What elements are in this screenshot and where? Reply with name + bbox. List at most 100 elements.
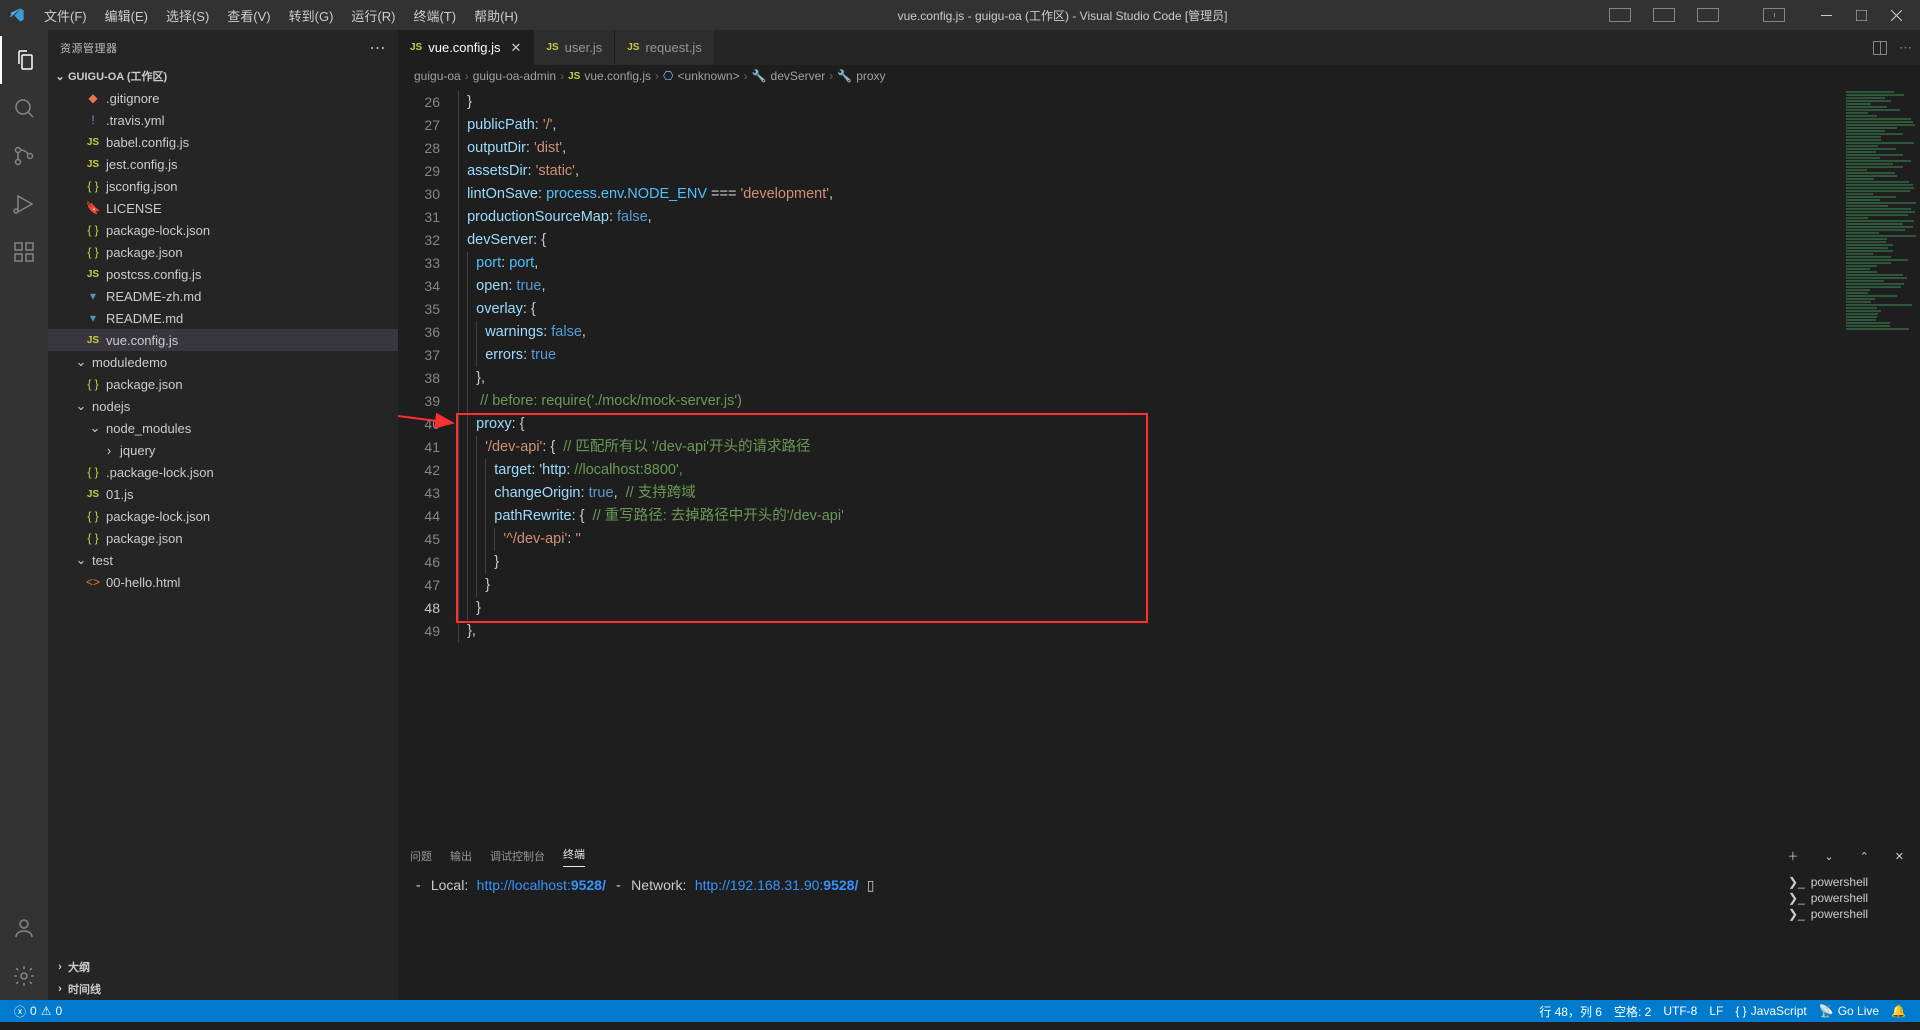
minimize-button[interactable] <box>1811 6 1842 25</box>
explorer-icon[interactable] <box>0 36 48 84</box>
run-debug-icon[interactable] <box>0 180 48 228</box>
split-editor-icon[interactable] <box>1873 41 1887 55</box>
file-item[interactable]: { }package.json <box>48 241 398 263</box>
file-type-icon: { } <box>84 179 102 193</box>
folder-item[interactable]: ⌄node_modules <box>48 417 398 439</box>
file-item[interactable]: <>00-hello.html <box>48 571 398 593</box>
panel-tab-output[interactable]: 输出 <box>450 848 472 864</box>
toggle-secondary-sidebar-icon[interactable] <box>1687 4 1729 26</box>
status-notifications[interactable]: 🔔 <box>1885 1004 1912 1018</box>
panel-tab-problems[interactable]: 问题 <box>410 848 432 864</box>
menu-edit[interactable]: 编辑(E) <box>97 2 156 29</box>
settings-gear-icon[interactable] <box>0 952 48 1000</box>
file-type-icon: JS <box>84 269 102 280</box>
terminal-item[interactable]: ❯_powershell <box>1788 891 1912 905</box>
status-spaces[interactable]: 空格: 2 <box>1608 1003 1657 1020</box>
timeline-section[interactable]: ›时间线 <box>48 978 398 1000</box>
file-item[interactable]: { }package.json <box>48 527 398 549</box>
workspace-header[interactable]: ⌄GUIGU-OA (工作区) <box>48 65 398 87</box>
menu-terminal[interactable]: 终端(T) <box>405 2 464 29</box>
file-tree[interactable]: ◆.gitignore!.travis.yml JS babel.config.js… <box>48 87 398 956</box>
menu-help[interactable]: 帮助(H) <box>466 2 526 29</box>
maximize-button[interactable] <box>1846 6 1877 25</box>
source-control-icon[interactable] <box>0 132 48 180</box>
outline-section[interactable]: ›大纲 <box>48 956 398 978</box>
extensions-icon[interactable] <box>0 228 48 276</box>
file-item[interactable]: { }jsconfig.json <box>48 175 398 197</box>
close-button[interactable] <box>1881 6 1912 25</box>
file-item[interactable]: JS 01.js <box>48 483 398 505</box>
file-label: .gitignore <box>106 91 159 106</box>
file-label: package.json <box>106 245 183 260</box>
file-type-icon: JS <box>84 137 102 148</box>
file-item[interactable]: JSvue.config.js <box>48 329 398 351</box>
status-errors[interactable]: ⓧ0⚠0 <box>8 1003 68 1020</box>
file-item[interactable]: JS babel.config.js <box>48 131 398 153</box>
editor-tab[interactable]: JSuser.js <box>534 30 615 65</box>
file-type-icon: JS <box>84 489 102 500</box>
js-file-icon: JS <box>546 42 558 53</box>
file-item[interactable]: !.travis.yml <box>48 109 398 131</box>
editor-tabs: JSvue.config.js✕JSuser.jsJSrequest.js ⋯ <box>398 30 1920 65</box>
status-language[interactable]: { }JavaScript <box>1729 1004 1812 1018</box>
status-golive[interactable]: 📡Go Live <box>1813 1004 1885 1018</box>
menu-view[interactable]: 查看(V) <box>219 2 278 29</box>
file-item[interactable]: 🔖LICENSE <box>48 197 398 219</box>
file-label: .package-lock.json <box>106 465 214 480</box>
folder-item[interactable]: ⌄moduledemo <box>48 351 398 373</box>
editor-group: JSvue.config.js✕JSuser.jsJSrequest.js ⋯ … <box>398 30 1920 1000</box>
file-item[interactable]: JSjest.config.js <box>48 153 398 175</box>
file-item[interactable]: JSpostcss.config.js <box>48 263 398 285</box>
code-editor[interactable]: 2627282930313233343536373839404142434445… <box>398 87 1920 840</box>
menu-file[interactable]: 文件(F) <box>36 2 95 29</box>
folder-item[interactable]: ›jquery <box>48 439 398 461</box>
explorer-title: 资源管理器 <box>60 40 118 56</box>
customize-layout-icon[interactable] <box>1753 4 1795 26</box>
file-label: 01.js <box>106 487 133 502</box>
explorer-more-icon[interactable]: ⋯ <box>370 38 387 58</box>
menu-bar: 文件(F) 编辑(E) 选择(S) 查看(V) 转到(G) 运行(R) 终端(T… <box>36 2 526 29</box>
close-tab-icon[interactable]: ✕ <box>511 40 522 56</box>
folder-item[interactable]: ⌄nodejs <box>48 395 398 417</box>
accounts-icon[interactable] <box>0 904 48 952</box>
panel-tab-debug[interactable]: 调试控制台 <box>490 848 545 864</box>
file-item[interactable]: ▾README.md <box>48 307 398 329</box>
folder-item[interactable]: ⌄test <box>48 549 398 571</box>
file-item[interactable]: { }package-lock.json <box>48 505 398 527</box>
status-line-col[interactable]: 行 48，列 6 <box>1533 1003 1608 1020</box>
activity-bar <box>0 30 48 1000</box>
menu-select[interactable]: 选择(S) <box>158 2 217 29</box>
editor-tab[interactable]: JSrequest.js <box>615 30 715 65</box>
file-type-icon: 🔖 <box>84 201 102 215</box>
close-panel-icon[interactable]: ✕ <box>1891 850 1908 863</box>
file-item[interactable]: { }package.json <box>48 373 398 395</box>
terminal-dropdown-icon[interactable]: ⌄ <box>1820 850 1837 863</box>
file-item[interactable]: { }.package-lock.json <box>48 461 398 483</box>
editor-tab[interactable]: JSvue.config.js✕ <box>398 30 534 65</box>
editor-more-icon[interactable]: ⋯ <box>1899 40 1912 56</box>
minimap[interactable] <box>1830 87 1920 840</box>
breadcrumb[interactable]: guigu-oa› guigu-oa-admin› JSvue.config.j… <box>398 65 1920 87</box>
file-label: babel.config.js <box>106 135 189 150</box>
terminal-item[interactable]: ❯_powershell <box>1788 875 1912 889</box>
file-label: README-zh.md <box>106 289 201 304</box>
menu-run[interactable]: 运行(R) <box>343 2 403 29</box>
file-label: moduledemo <box>92 355 167 370</box>
maximize-panel-icon[interactable]: ⌃ <box>1856 850 1873 863</box>
terminal-item[interactable]: ❯_powershell <box>1788 907 1912 921</box>
menu-go[interactable]: 转到(G) <box>281 2 342 29</box>
panel-tab-terminal[interactable]: 终端 <box>563 846 585 867</box>
new-terminal-icon[interactable]: ＋ <box>1783 848 1802 864</box>
status-eol[interactable]: LF <box>1703 1004 1729 1018</box>
file-item[interactable]: ◆.gitignore <box>48 87 398 109</box>
search-icon[interactable] <box>0 84 48 132</box>
file-label: package-lock.json <box>106 223 210 238</box>
status-encoding[interactable]: UTF-8 <box>1657 1004 1703 1018</box>
file-item[interactable]: ▾README-zh.md <box>48 285 398 307</box>
file-label: README.md <box>106 311 183 326</box>
vscode-logo-icon <box>8 6 26 24</box>
file-item[interactable]: { }package-lock.json <box>48 219 398 241</box>
toggle-sidebar-icon[interactable] <box>1599 4 1641 26</box>
toggle-panel-icon[interactable] <box>1643 4 1685 26</box>
terminal-output[interactable]: - Local: http://localhost:9528/ - Networ… <box>398 871 1780 1000</box>
